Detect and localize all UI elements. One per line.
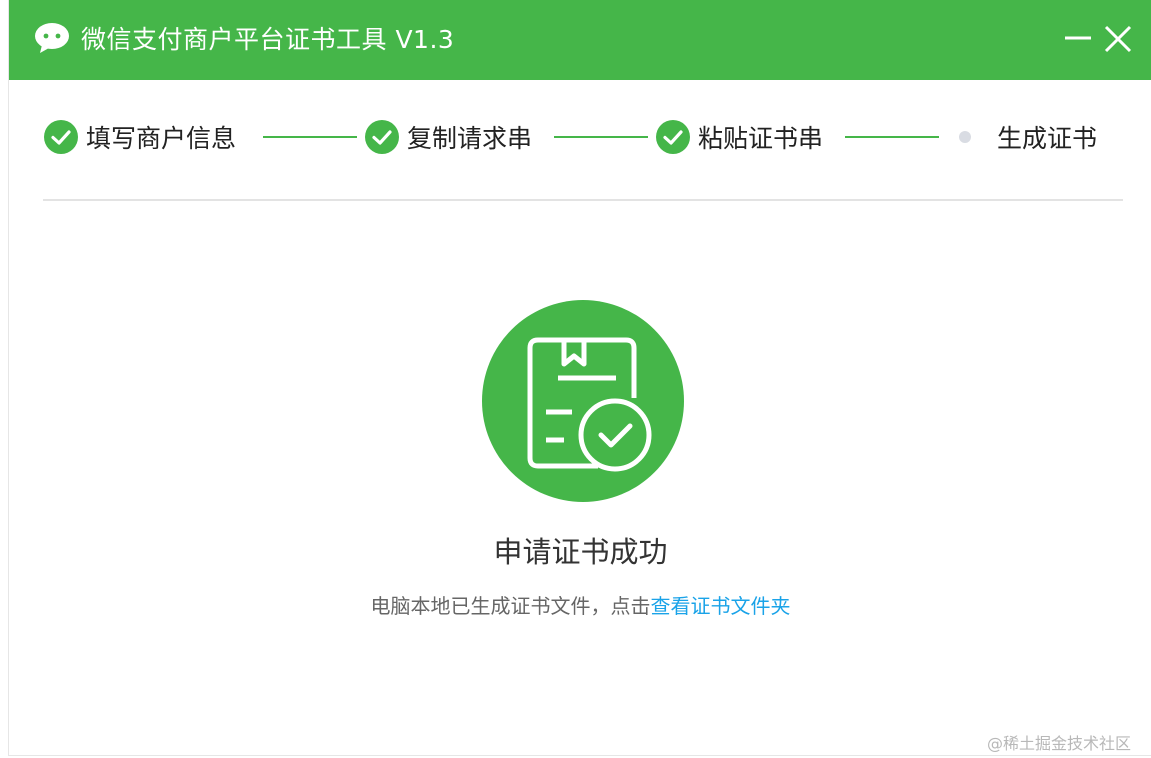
- divider: [43, 199, 1123, 201]
- step-progress: 填写商户信息 复制请求串 粘贴证书串 生成证书: [9, 112, 1151, 162]
- window-title: 微信支付商户平台证书工具 V1.3: [81, 25, 455, 54]
- step-copy-request: 复制请求串: [365, 112, 532, 162]
- certificate-success-icon: [527, 337, 652, 472]
- check-circle-icon: [365, 120, 399, 154]
- success-title: 申请证书成功: [493, 535, 668, 569]
- step-label: 粘贴证书串: [698, 124, 824, 153]
- step-connector: [845, 136, 939, 138]
- close-button[interactable]: [1101, 22, 1135, 56]
- watermark: @稀土掘金技术社区: [987, 734, 1132, 753]
- wechat-logo-icon: [35, 23, 69, 53]
- view-certificate-folder-link[interactable]: 查看证书文件夹: [651, 594, 791, 618]
- step-paste-certificate: 粘贴证书串: [656, 112, 823, 162]
- pending-dot-icon: [959, 131, 971, 143]
- check-circle-icon: [656, 120, 690, 154]
- minimize-icon: [1065, 36, 1091, 40]
- step-connector: [263, 136, 357, 138]
- close-icon: [1104, 25, 1132, 53]
- step-generate-certificate: 生成证书: [959, 112, 1097, 162]
- minimize-button[interactable]: [1061, 22, 1095, 56]
- app-window: 微信支付商户平台证书工具 V1.3 填写商户信息 复制请求串 粘贴证书串 生成证…: [8, 0, 1151, 756]
- step-label: 复制请求串: [407, 124, 533, 153]
- step-connector: [554, 136, 648, 138]
- step-label: 生成证书: [997, 124, 1098, 153]
- check-circle-icon: [44, 120, 78, 154]
- certificate-success-badge: [482, 300, 684, 502]
- step-label: 填写商户信息: [86, 124, 237, 153]
- success-description: 电脑本地已生成证书文件，点击查看证书文件夹: [9, 590, 1151, 622]
- title-bar[interactable]: 微信支付商户平台证书工具 V1.3: [9, 0, 1151, 80]
- description-text: 电脑本地已生成证书文件，点击: [370, 594, 651, 618]
- step-fill-merchant-info: 填写商户信息: [44, 112, 236, 162]
